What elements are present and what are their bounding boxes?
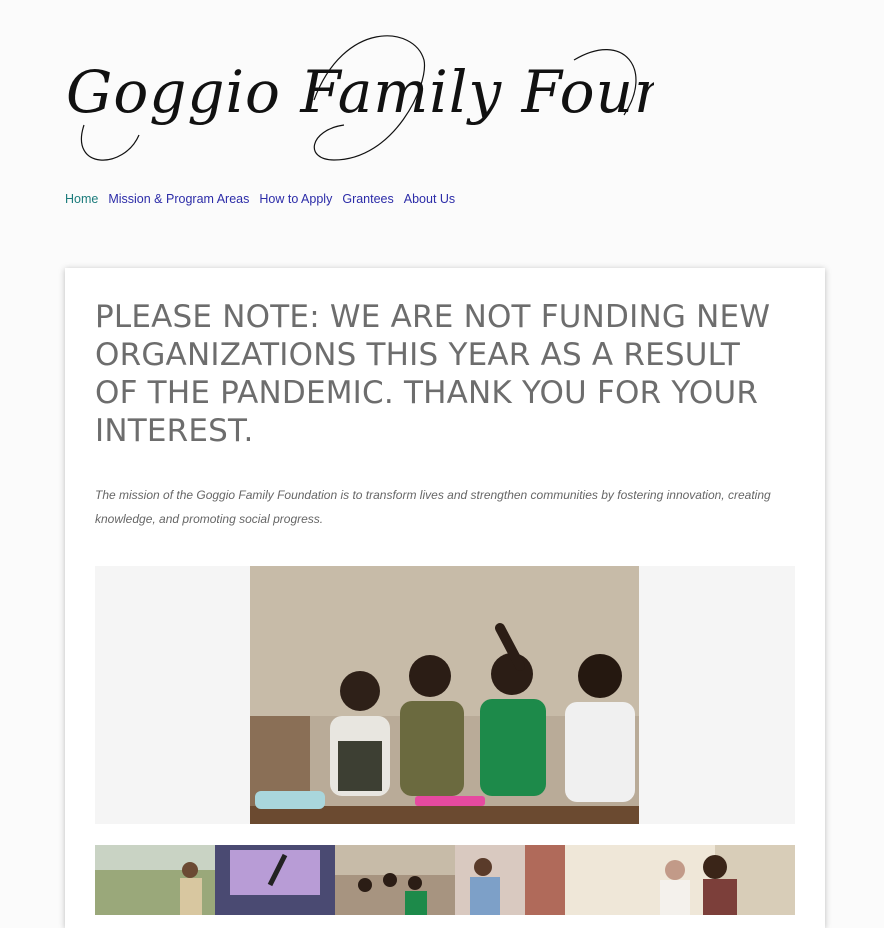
content-card: PLEASE NOTE: WE ARE NOT FUNDING NEW ORGA… <box>65 268 825 928</box>
nav-item-about-us[interactable]: About Us <box>404 192 455 206</box>
mission-statement: The mission of the Goggio Family Foundat… <box>95 488 771 526</box>
nav-item-grantees[interactable]: Grantees <box>342 192 393 206</box>
hero-image <box>250 566 639 824</box>
nav-item-mission-program-areas[interactable]: Mission & Program Areas <box>108 192 249 206</box>
nav-item-how-to-apply[interactable]: How to Apply <box>259 192 332 206</box>
main-nav: Home Mission & Program Areas How to Apply G… <box>65 192 455 206</box>
logo-script: Goggio Family Foundation <box>66 35 863 161</box>
site-logo[interactable]: Goggio Family Foundation <box>64 30 863 175</box>
page-headline: PLEASE NOTE: WE ARE NOT FUNDING NEW ORGA… <box>95 299 771 449</box>
logo-text: Goggio Family Foundation <box>66 58 654 126</box>
nav-item-home[interactable]: Home <box>65 192 98 206</box>
image-slider[interactable] <box>95 566 795 824</box>
